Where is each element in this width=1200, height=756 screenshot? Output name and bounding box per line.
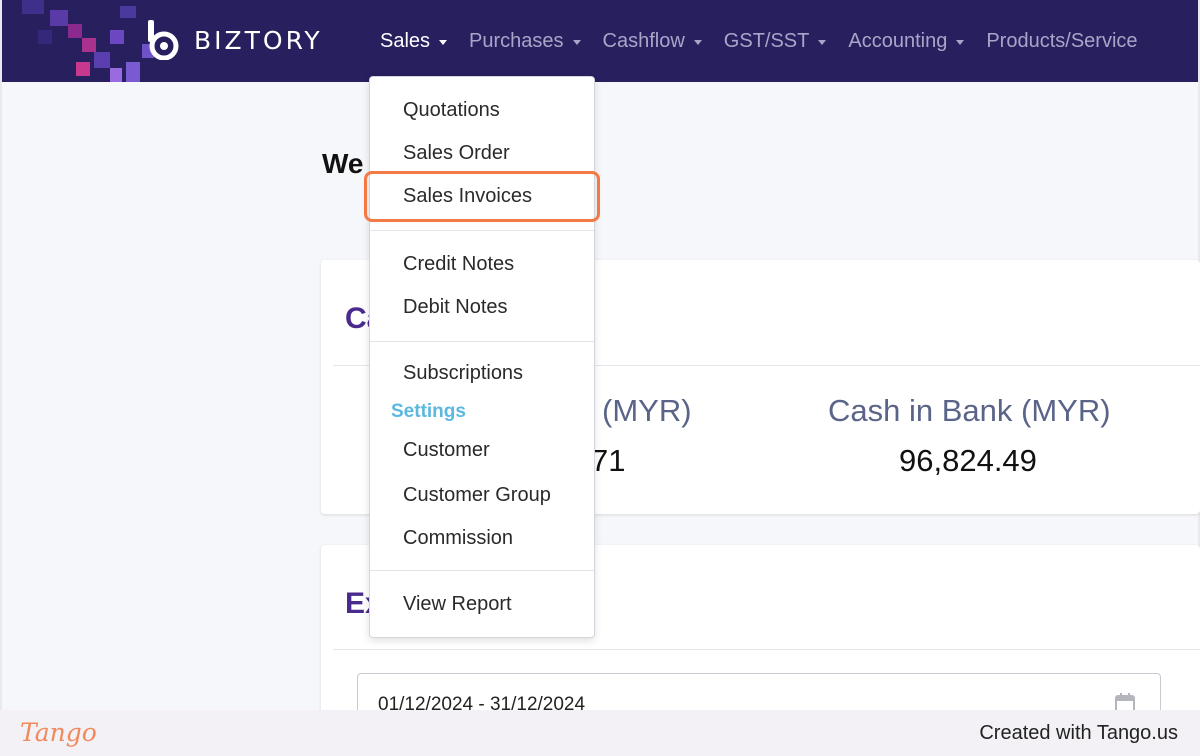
nav-purchases[interactable]: Purchases (469, 30, 581, 53)
divider (333, 649, 1200, 650)
menu-divider (370, 570, 594, 571)
menu-divider (370, 230, 594, 231)
menu-item-commission[interactable]: Commission (403, 527, 513, 550)
menu-item-view-report[interactable]: View Report (403, 593, 512, 616)
nav-cashflow-label: Cashflow (602, 29, 685, 52)
nav-sales[interactable]: Sales (380, 29, 448, 53)
biztory-logo[interactable]: BIZTORY (144, 20, 323, 61)
nav-sales-label: Sales (380, 29, 431, 52)
nav-accounting[interactable]: Accounting (848, 29, 965, 53)
top-navbar: BIZTORY Sales Purchases Cashflow GST/SST… (2, 0, 1198, 82)
menu-item-credit-notes[interactable]: Credit Notes (403, 253, 514, 276)
logo-text: BIZTORY (194, 25, 323, 55)
nav-cashflow[interactable]: Cashflow (603, 30, 702, 53)
chevron-down-icon (693, 39, 702, 45)
menu-item-customer-group[interactable]: Customer Group (403, 484, 551, 507)
tango-footer: Tango Created with Tango.us (0, 710, 1200, 756)
chevron-down-icon (818, 39, 827, 45)
menu-item-debit-notes[interactable]: Debit Notes (403, 296, 508, 319)
chevron-down-icon (439, 39, 448, 45)
menu-item-quotations[interactable]: Quotations (403, 99, 500, 122)
menu-divider (370, 341, 594, 342)
cash-in-bank-label: Cash in Bank (MYR) (828, 393, 1111, 428)
page-title: We (322, 148, 364, 179)
cash-in-hand-value: 71 (591, 443, 626, 478)
menu-item-customer[interactable]: Customer (403, 439, 490, 462)
tango-logo: Tango (20, 718, 97, 747)
nav-gst-sst[interactable]: GST/SST (724, 30, 827, 53)
menu-item-sales-order[interactable]: Sales Order (403, 142, 510, 165)
created-with-text: Created with Tango.us (979, 722, 1178, 744)
nav-purchases-label: Purchases (469, 29, 564, 52)
chevron-down-icon (572, 39, 581, 45)
nav-gst-sst-label: GST/SST (723, 29, 810, 52)
nav-accounting-label: Accounting (848, 29, 948, 52)
menu-header-settings: Settings (391, 401, 466, 422)
menu-item-subscriptions[interactable]: Subscriptions (403, 362, 523, 385)
click-target-highlight (364, 171, 600, 222)
chevron-down-icon (956, 39, 965, 45)
cash-in-hand-label: (MYR) (602, 393, 692, 428)
nav-products-service-label: Products/Service (986, 29, 1138, 52)
frame-left-border (0, 0, 2, 710)
sales-dropdown-menu: Quotations Sales Order Sales Invoices Cr… (369, 76, 595, 638)
nav-products-service[interactable]: Products/Service (986, 30, 1137, 53)
biztory-logo-icon (144, 20, 186, 61)
main-nav: Sales Purchases Cashflow GST/SST Account… (380, 0, 1160, 82)
cash-in-bank-value: 96,824.49 (899, 443, 1037, 478)
